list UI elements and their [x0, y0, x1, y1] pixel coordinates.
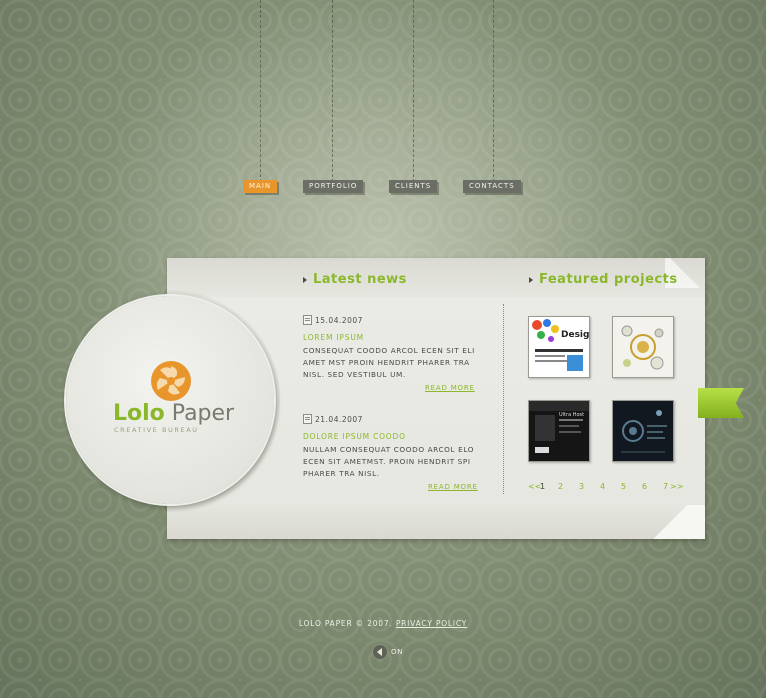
news-date: 15.04.2007: [315, 316, 363, 325]
string-clients: [413, 0, 414, 182]
nav-item-contacts[interactable]: CONTACTS: [463, 180, 521, 193]
logo-tagline: CREATIVE BUREAU: [114, 426, 199, 434]
project-thumbnail[interactable]: [612, 316, 674, 378]
pager-page-4[interactable]: 4: [600, 482, 605, 491]
nav-item-portfolio[interactable]: PORTFOLIO: [303, 180, 364, 193]
pager-page-5[interactable]: 5: [621, 482, 626, 491]
nav-item-label: CONTACTS: [469, 182, 515, 190]
pager-page-7[interactable]: 7: [663, 482, 668, 491]
page-curl: [635, 505, 705, 539]
design-site-preview: [532, 319, 583, 371]
nav-item-clients[interactable]: CLIENTS: [389, 180, 438, 193]
pager-next[interactable]: >>: [670, 482, 683, 491]
copyright-text: LOLO PAPER © 2007.: [298, 619, 393, 628]
news-text: CONSEQUAT COODO ARCOL ECEN SIT ELI AMET …: [303, 346, 475, 379]
news-title[interactable]: LOREM IPSUM: [303, 333, 364, 342]
sound-state-label: ON: [391, 648, 404, 656]
logo-wordmark: Lolo Paper: [113, 402, 234, 426]
string-contacts: [493, 0, 494, 182]
privacy-policy-link[interactable]: PRIVACY POLICY: [396, 619, 467, 628]
news-title[interactable]: DOLORE IPSUM COODO: [303, 432, 406, 441]
nav-item-label: PORTFOLIO: [309, 182, 358, 190]
project-thumbnail[interactable]: [612, 400, 674, 462]
ribbon-bookmark: [698, 388, 744, 418]
calendar-icon: [303, 414, 312, 424]
string-portfolio: [332, 0, 333, 182]
thumbnail-label: Design: [561, 330, 590, 340]
pager-page-6[interactable]: 6: [642, 482, 647, 491]
news-arrow-icon: [303, 277, 307, 283]
pager-page-2[interactable]: 2: [558, 482, 563, 491]
read-more-link[interactable]: READ MORE: [428, 483, 478, 491]
pager-page-1[interactable]: 1: [540, 482, 545, 491]
pinwheel-logo-icon: [151, 361, 191, 401]
tech-site-preview: [621, 410, 667, 453]
string-main: [260, 0, 261, 182]
news-text: NULLAM CONSEQUAT COODO ARCOL ELO ECEN SI…: [303, 445, 475, 478]
calendar-icon: [303, 315, 312, 325]
project-thumbnail[interactable]: Ultra Host: [528, 400, 590, 462]
logo-name-part1: Lolo: [113, 401, 165, 426]
nav-item-label: MAIN: [249, 182, 272, 190]
thumbnail-label: Ultra Host: [559, 412, 585, 418]
projects-arrow-icon: [529, 277, 533, 283]
news-date: 21.04.2007: [315, 415, 363, 424]
logo-name-part2: Paper: [171, 401, 235, 426]
news-heading: Latest news: [313, 272, 407, 287]
column-divider: [503, 304, 504, 494]
footer: LOLO PAPER © 2007. PRIVACY POLICY: [0, 619, 766, 628]
nav-item-label: CLIENTS: [395, 182, 432, 190]
project-thumbnail[interactable]: Design: [528, 316, 590, 378]
hosting-site-preview: [529, 401, 589, 453]
nav-item-main[interactable]: MAIN: [243, 180, 278, 193]
ornament-site-preview: [621, 325, 664, 370]
sound-toggle-icon[interactable]: [373, 645, 387, 659]
read-more-link[interactable]: READ MORE: [425, 384, 475, 392]
pager-page-3[interactable]: 3: [579, 482, 584, 491]
projects-heading: Featured projects: [539, 272, 678, 287]
